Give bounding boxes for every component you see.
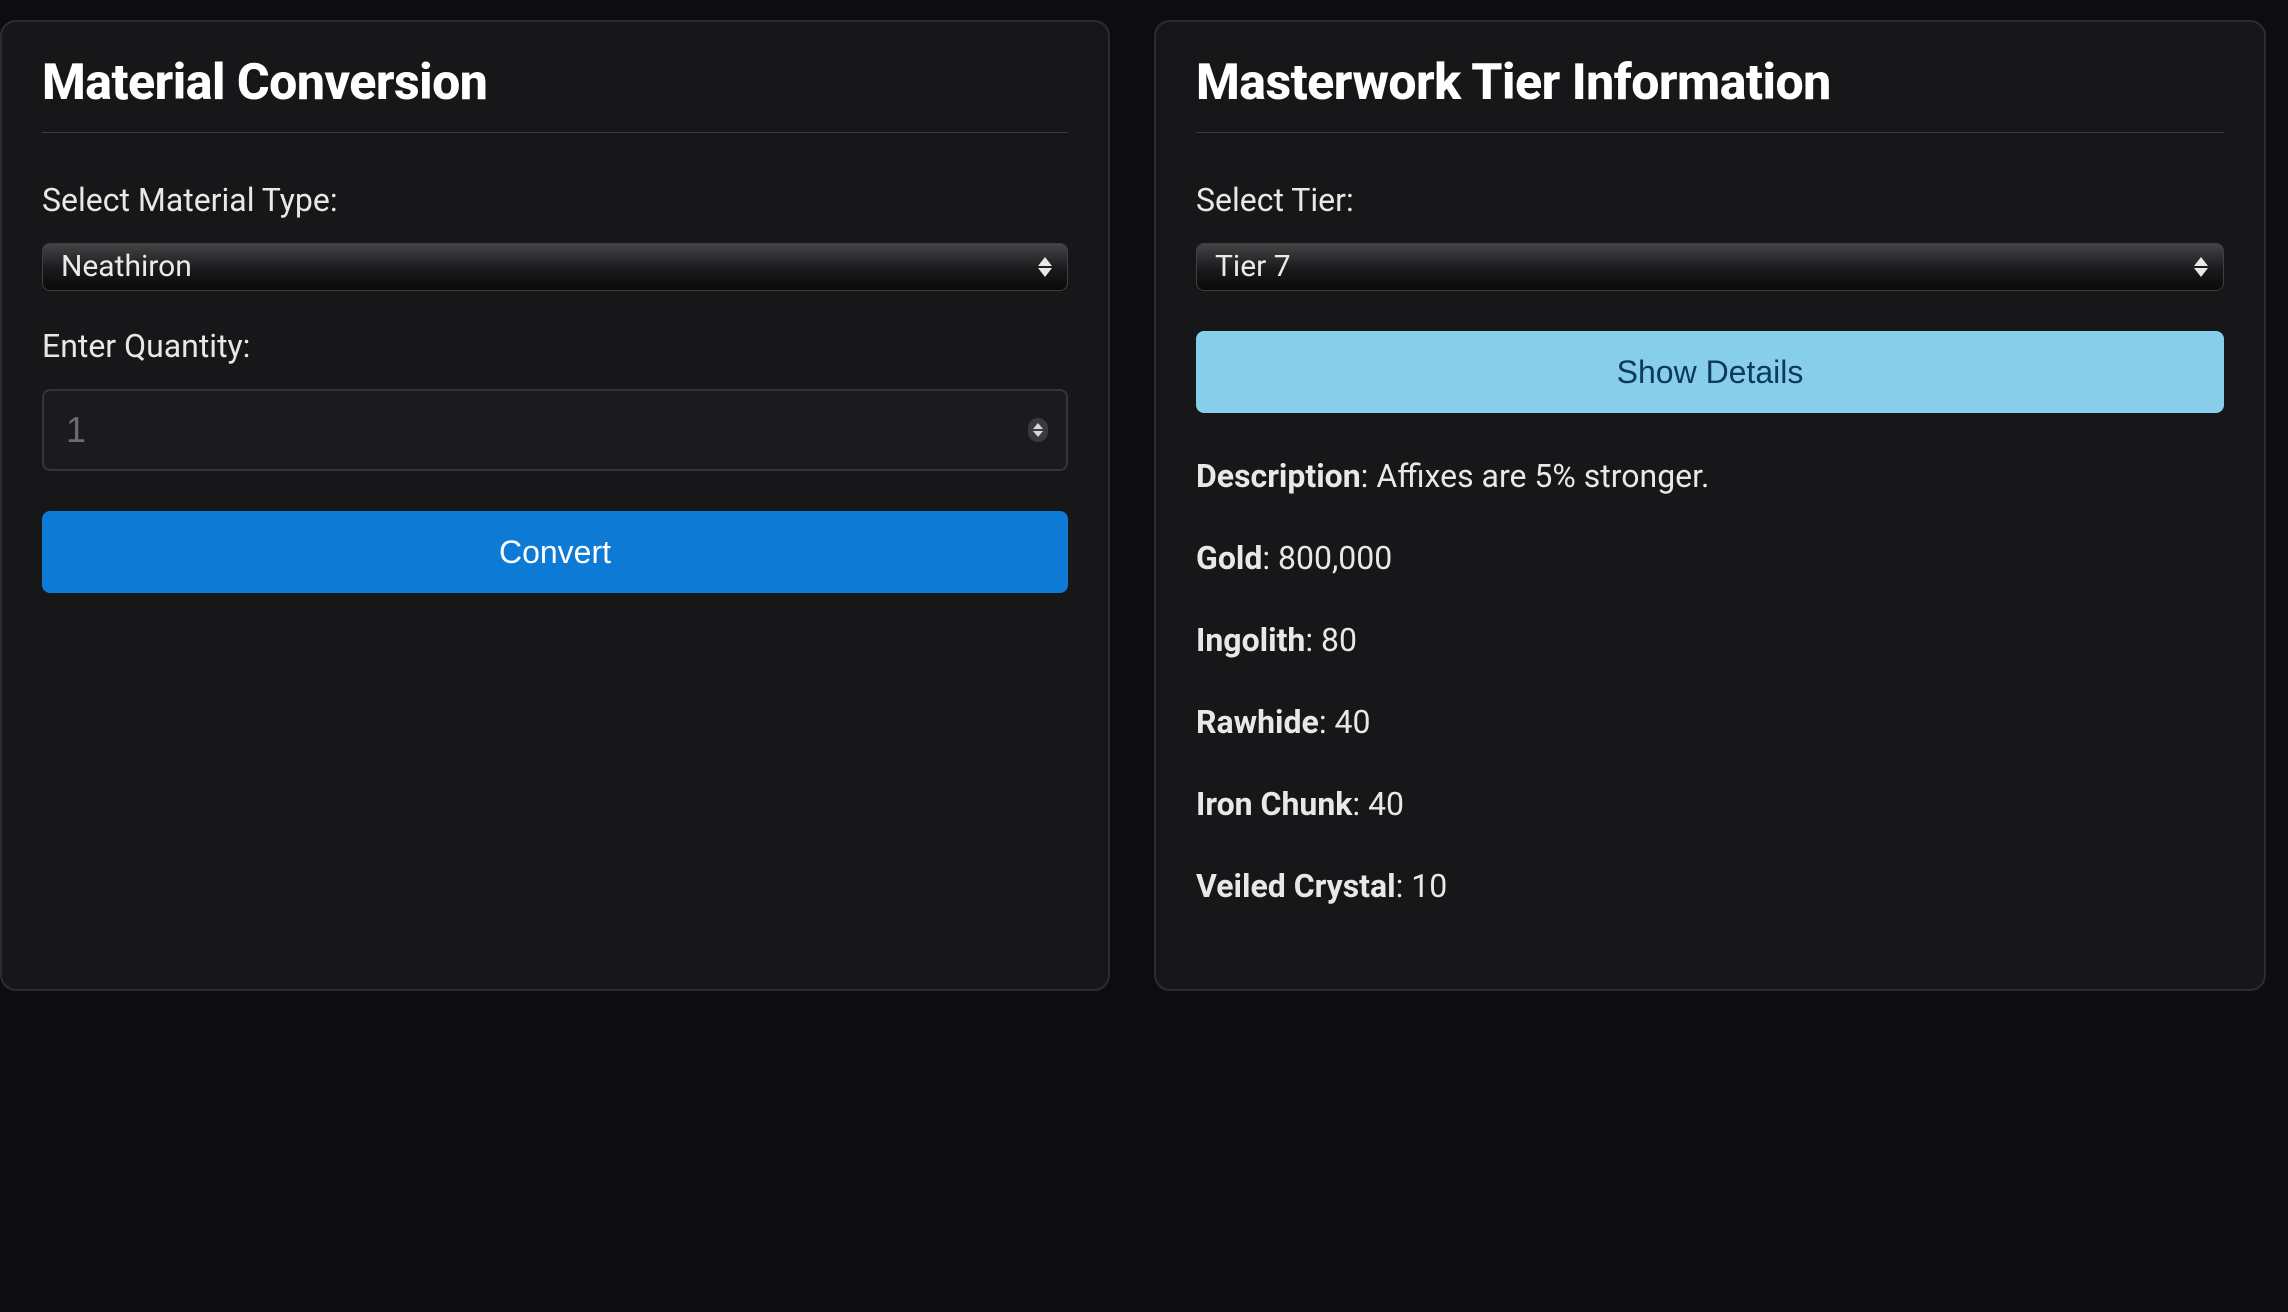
tier-detail-label: Veiled Crystal: [1196, 867, 1396, 905]
tier-detail-row: Rawhide: 40: [1196, 703, 2224, 741]
quantity-input[interactable]: [42, 389, 1068, 471]
tier-detail-value: : 40: [1319, 703, 1371, 741]
tier-detail-row: Gold: 800,000: [1196, 539, 2224, 577]
material-type-select-wrap: Neathiron: [42, 243, 1068, 291]
tier-detail-label: Description: [1196, 457, 1361, 495]
tier-detail-value: : 10: [1396, 867, 1448, 905]
tier-detail-value: : 80: [1305, 621, 1357, 659]
tier-detail-row: Iron Chunk: 40: [1196, 785, 2224, 823]
tier-select-wrap: Tier 7: [1196, 243, 2224, 291]
tier-detail-row: Description: Affixes are 5% stronger.: [1196, 457, 2224, 495]
tier-detail-label: Gold: [1196, 539, 1262, 577]
tier-detail-value: : Affixes are 5% stronger.: [1361, 457, 1710, 495]
tier-detail-label: Iron Chunk: [1196, 785, 1352, 823]
quantity-label: Enter Quantity:: [42, 327, 1068, 365]
masterwork-tier-card: Masterwork Tier Information Select Tier:…: [1154, 20, 2266, 991]
tier-select[interactable]: Tier 7: [1196, 243, 2224, 291]
tier-detail-label: Ingolith: [1196, 621, 1305, 659]
tier-label: Select Tier:: [1196, 181, 2224, 219]
tier-detail-row: Ingolith: 80: [1196, 621, 2224, 659]
tier-detail-value: : 800,000: [1262, 539, 1392, 577]
stepper-icon[interactable]: [1028, 418, 1048, 442]
tier-detail-value: : 40: [1352, 785, 1404, 823]
material-conversion-title: Material Conversion: [42, 54, 1068, 133]
material-type-select[interactable]: Neathiron: [42, 243, 1068, 291]
show-details-button[interactable]: Show Details: [1196, 331, 2224, 413]
tier-detail-row: Veiled Crystal: 10: [1196, 867, 2224, 905]
convert-button[interactable]: Convert: [42, 511, 1068, 593]
quantity-input-wrap: [42, 389, 1068, 471]
material-conversion-card: Material Conversion Select Material Type…: [0, 20, 1110, 991]
masterwork-tier-title: Masterwork Tier Information: [1196, 54, 2224, 133]
material-type-label: Select Material Type:: [42, 181, 1068, 219]
tier-details-list: Description: Affixes are 5% stronger. Gol…: [1196, 457, 2224, 905]
tier-detail-label: Rawhide: [1196, 703, 1319, 741]
